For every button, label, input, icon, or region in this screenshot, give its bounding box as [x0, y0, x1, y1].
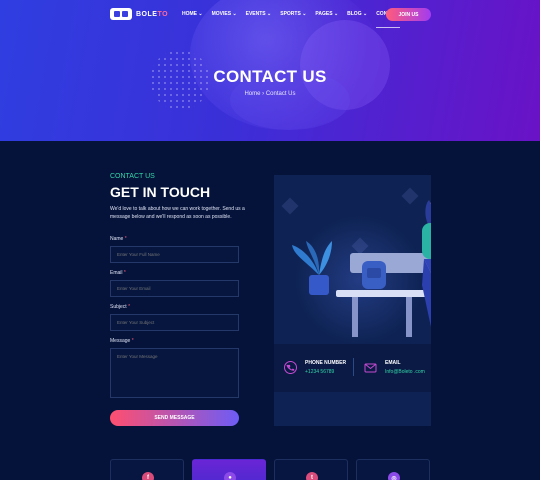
nav-item-home[interactable]: HOME ⌄	[182, 11, 203, 17]
name-label: Name *	[110, 236, 127, 242]
message-label: Message *	[110, 338, 134, 344]
chevron-down-icon: ⌄	[267, 11, 272, 17]
email-value[interactable]: Info@Boleto .com	[385, 369, 425, 375]
woman-on-bench-illustration	[292, 200, 431, 337]
email-icon	[364, 363, 377, 373]
nav-item-blog[interactable]: BLOG ⌄	[347, 11, 367, 17]
brand-logo[interactable]: BOLETO	[110, 8, 168, 20]
breadcrumb-separator-icon: ›	[262, 91, 265, 97]
chevron-down-icon: ⌄	[302, 11, 307, 17]
subject-label: Subject *	[110, 304, 131, 310]
nav-item-events[interactable]: EVENTS ⌄	[246, 11, 272, 17]
logo-icon	[110, 8, 132, 20]
social-card-facebook[interactable]: f	[110, 459, 184, 480]
chevron-down-icon: ⌄	[333, 11, 339, 17]
facebook-icon: f	[142, 472, 154, 480]
email-title: EMAIL	[385, 360, 401, 366]
nav-item-sports[interactable]: SPORTS ⌄	[280, 11, 306, 17]
email-label: Email *	[110, 270, 126, 276]
subject-field[interactable]	[110, 314, 239, 331]
social-card-group[interactable]: ●	[192, 459, 266, 480]
phone-value[interactable]: +1234 56789	[305, 369, 334, 375]
social-card-twitter[interactable]: t	[274, 459, 348, 480]
breadcrumb: Home › Contact Us	[0, 91, 540, 97]
top-nav: BOLETO HOME ⌄ MOVIES ⌄ EVENTS ⌄ SPORTS ⌄…	[0, 0, 540, 28]
nav-item-pages[interactable]: PAGES ⌄	[315, 11, 338, 17]
page-title: CONTACT US	[213, 67, 327, 86]
phone-title: PHONE NUMBER	[305, 360, 347, 366]
message-field[interactable]	[110, 348, 239, 398]
logo-text: BOLETO	[136, 10, 169, 18]
send-message-button[interactable]: SEND MESSAGE	[110, 410, 239, 426]
group-icon: ●	[224, 472, 236, 480]
instagram-icon: ◎	[388, 472, 400, 480]
name-field[interactable]	[110, 246, 239, 263]
chevron-down-icon: ⌄	[232, 11, 237, 17]
join-us-button[interactable]: JOIN US	[386, 8, 431, 21]
nav-item-movies[interactable]: MOVIES ⌄	[212, 11, 237, 17]
social-card-instagram[interactable]: ◎	[356, 459, 430, 480]
chevron-down-icon: ⌄	[362, 11, 368, 17]
email-field[interactable]	[110, 280, 239, 297]
phone-icon	[284, 361, 297, 374]
breadcrumb-current: Contact Us	[265, 91, 296, 97]
breadcrumb-home-link[interactable]: Home	[244, 91, 260, 97]
info-divider	[353, 358, 354, 376]
main-menu: HOME ⌄ MOVIES ⌄ EVENTS ⌄ SPORTS ⌄ PAGES …	[182, 11, 401, 28]
section-heading: GET IN TOUCH	[110, 184, 211, 200]
section-intro: We'd love to talk about how we can work …	[110, 206, 245, 220]
twitter-icon: t	[306, 472, 318, 480]
section-eyebrow: CONTACT US	[110, 173, 155, 180]
chevron-down-icon: ⌄	[198, 11, 203, 17]
